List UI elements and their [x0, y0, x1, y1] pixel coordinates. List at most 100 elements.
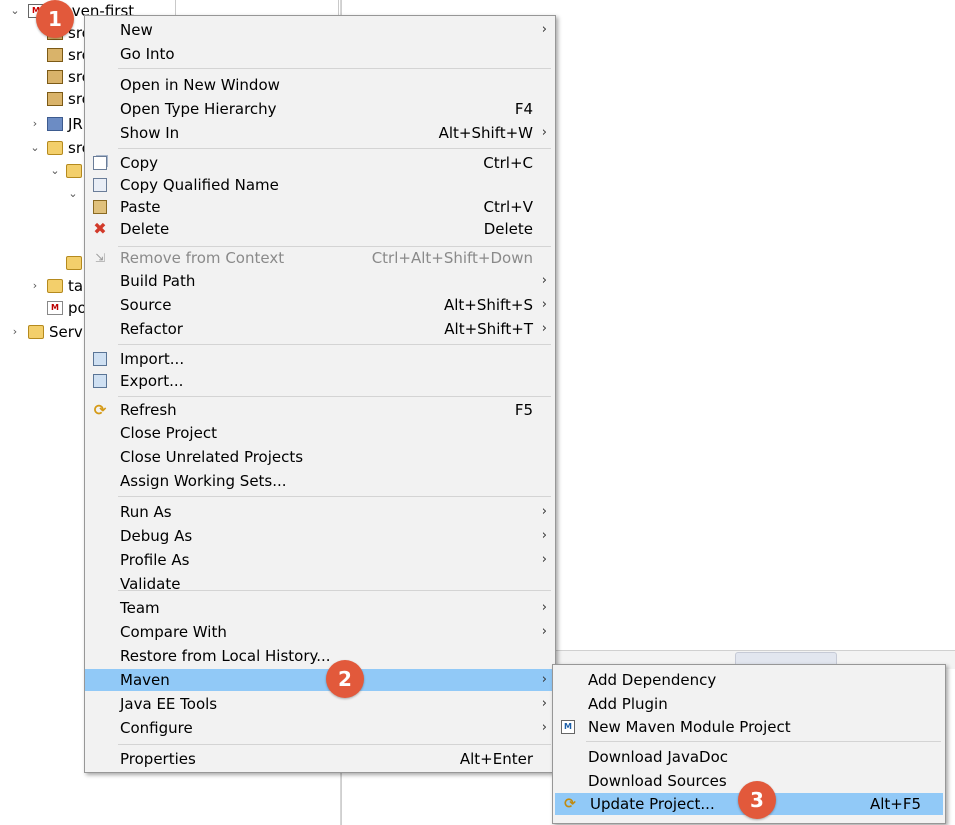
menu-item-label: Show In: [120, 124, 180, 142]
menu-item-open-in-new-window[interactable]: Open in New Window: [85, 74, 555, 96]
menu-item-label: Compare With: [120, 623, 227, 641]
submenu-arrow-icon: ›: [541, 720, 547, 735]
menu-item-properties[interactable]: Properties Alt+Enter: [85, 748, 555, 770]
menu-item-validate[interactable]: Validate: [85, 573, 555, 595]
menu-item-label: Copy: [120, 154, 159, 172]
menu-item-delete[interactable]: ✖ Delete Delete: [85, 218, 555, 240]
submenu-arrow-icon: ›: [541, 22, 547, 37]
menu-item-refactor[interactable]: Refactor Alt+Shift+T ›: [85, 318, 555, 340]
pom-file-icon: M: [47, 301, 63, 315]
menu-item-open-type-hierarchy[interactable]: Open Type Hierarchy F4: [85, 98, 555, 120]
submenu-arrow-icon: ›: [541, 504, 547, 519]
menu-item-profile-as[interactable]: Profile As ›: [85, 549, 555, 571]
maven-menu-item-new-maven-module-project[interactable]: M New Maven Module Project: [553, 716, 945, 738]
menu-item-debug-as[interactable]: Debug As ›: [85, 525, 555, 547]
chevron-down-icon[interactable]: ⌄: [8, 0, 22, 22]
menu-item-configure[interactable]: Configure ›: [85, 717, 555, 739]
menu-separator: [118, 396, 551, 397]
menu-item-shortcut: Ctrl+Alt+Shift+Down: [371, 249, 533, 267]
menu-item-restore-from-local-history[interactable]: Restore from Local History...: [85, 645, 555, 667]
chevron-right-icon[interactable]: ›: [28, 113, 42, 135]
menu-item-shortcut: Alt+Shift+W: [438, 124, 533, 142]
menu-item-shortcut: Ctrl+C: [483, 154, 533, 172]
menu-item-refresh[interactable]: ⟳ Refresh F5: [85, 399, 555, 421]
menu-item-import[interactable]: Import...: [85, 348, 555, 370]
menu-item-label: Open in New Window: [120, 76, 280, 94]
menu-item-maven[interactable]: Maven ›: [85, 669, 555, 691]
menu-item-label: New Maven Module Project: [588, 718, 791, 736]
menu-item-label: Refactor: [120, 320, 183, 338]
menu-item-copy-qualified-name[interactable]: Copy Qualified Name: [85, 174, 555, 196]
menu-item-export[interactable]: Export...: [85, 370, 555, 392]
menu-item-shortcut: Alt+Enter: [459, 750, 533, 768]
menu-item-label: Remove from Context: [120, 249, 285, 267]
menu-item-paste[interactable]: Paste Ctrl+V: [85, 196, 555, 218]
menu-item-label: Debug As: [120, 527, 193, 545]
tree-item-label: Serv: [49, 323, 83, 341]
folder-icon: [28, 325, 44, 339]
menu-item-assign-working-sets[interactable]: Assign Working Sets...: [85, 470, 555, 492]
menu-item-label: Run As: [120, 503, 172, 521]
menu-item-java-ee-tools[interactable]: Java EE Tools ›: [85, 693, 555, 715]
submenu-arrow-icon: ›: [541, 321, 547, 336]
copy-icon: [93, 156, 107, 170]
menu-item-shortcut: Ctrl+V: [483, 198, 533, 216]
menu-item-shortcut: Alt+F5: [869, 795, 921, 813]
update-project-icon: ⟳: [564, 796, 576, 812]
submenu-arrow-icon: ›: [541, 600, 547, 615]
chevron-right-icon[interactable]: ›: [8, 321, 22, 343]
menu-item-copy[interactable]: Copy Ctrl+C: [85, 152, 555, 174]
menu-item-shortcut: F5: [514, 401, 533, 419]
folder-icon: [47, 279, 63, 293]
menu-item-close-project[interactable]: Close Project: [85, 422, 555, 444]
menu-item-shortcut: Alt+Shift+T: [444, 320, 533, 338]
menu-item-label: Source: [120, 296, 172, 314]
maven-menu-item-add-dependency[interactable]: Add Dependency: [553, 669, 945, 691]
menu-item-show-in[interactable]: Show In Alt+Shift+W ›: [85, 122, 555, 144]
chevron-down-icon[interactable]: ⌄: [66, 183, 80, 205]
menu-item-label: Assign Working Sets...: [120, 472, 287, 490]
menu-separator: [586, 741, 941, 742]
menu-separator: [118, 744, 551, 745]
menu-item-label: Properties: [120, 750, 196, 768]
step-badge-2: 2: [326, 660, 364, 698]
menu-item-team[interactable]: Team ›: [85, 597, 555, 619]
menu-item-build-path[interactable]: Build Path ›: [85, 270, 555, 292]
menu-item-label: Java EE Tools: [120, 695, 218, 713]
chevron-right-icon[interactable]: ›: [28, 275, 42, 297]
menu-item-shortcut: F4: [514, 100, 533, 118]
tree-item-label: JR: [68, 115, 83, 133]
maven-menu-item-download-javadoc[interactable]: Download JavaDoc: [553, 746, 945, 768]
menu-item-label: Add Plugin: [588, 695, 668, 713]
menu-item-new[interactable]: New ›: [85, 19, 555, 41]
menu-separator: [118, 344, 551, 345]
menu-item-go-into[interactable]: Go Into: [85, 43, 555, 65]
submenu-arrow-icon: ›: [541, 696, 547, 711]
menu-item-label: Close Unrelated Projects: [120, 448, 304, 466]
maven-menu-item-add-plugin[interactable]: Add Plugin: [553, 693, 945, 715]
folder-icon: [66, 256, 82, 270]
chevron-down-icon[interactable]: ⌄: [48, 160, 62, 182]
submenu-arrow-icon: ›: [541, 672, 547, 687]
menu-item-label: Team: [120, 599, 160, 617]
folder-icon: [47, 141, 63, 155]
menu-item-label: Refresh: [120, 401, 177, 419]
menu-item-run-as[interactable]: Run As ›: [85, 501, 555, 523]
menu-item-close-unrelated-projects[interactable]: Close Unrelated Projects: [85, 446, 555, 468]
menu-item-source[interactable]: Source Alt+Shift+S ›: [85, 294, 555, 316]
menu-item-label: Go Into: [120, 45, 175, 63]
menu-item-label: Maven: [120, 671, 170, 689]
submenu-arrow-icon: ›: [541, 528, 547, 543]
step-badge-1: 1: [36, 0, 74, 38]
menu-separator: [118, 148, 551, 149]
chevron-down-icon[interactable]: ⌄: [28, 137, 42, 159]
menu-item-label: Configure: [120, 719, 193, 737]
export-icon: [93, 374, 107, 388]
paste-icon: [93, 200, 107, 214]
menu-item-remove-from-context: ⇲ Remove from Context Ctrl+Alt+Shift+Down: [85, 247, 555, 269]
submenu-arrow-icon: ›: [541, 552, 547, 567]
remove-context-icon: ⇲: [94, 251, 106, 265]
menu-item-label: Copy Qualified Name: [120, 176, 279, 194]
menu-item-label: New: [120, 21, 153, 39]
menu-item-compare-with[interactable]: Compare With ›: [85, 621, 555, 643]
